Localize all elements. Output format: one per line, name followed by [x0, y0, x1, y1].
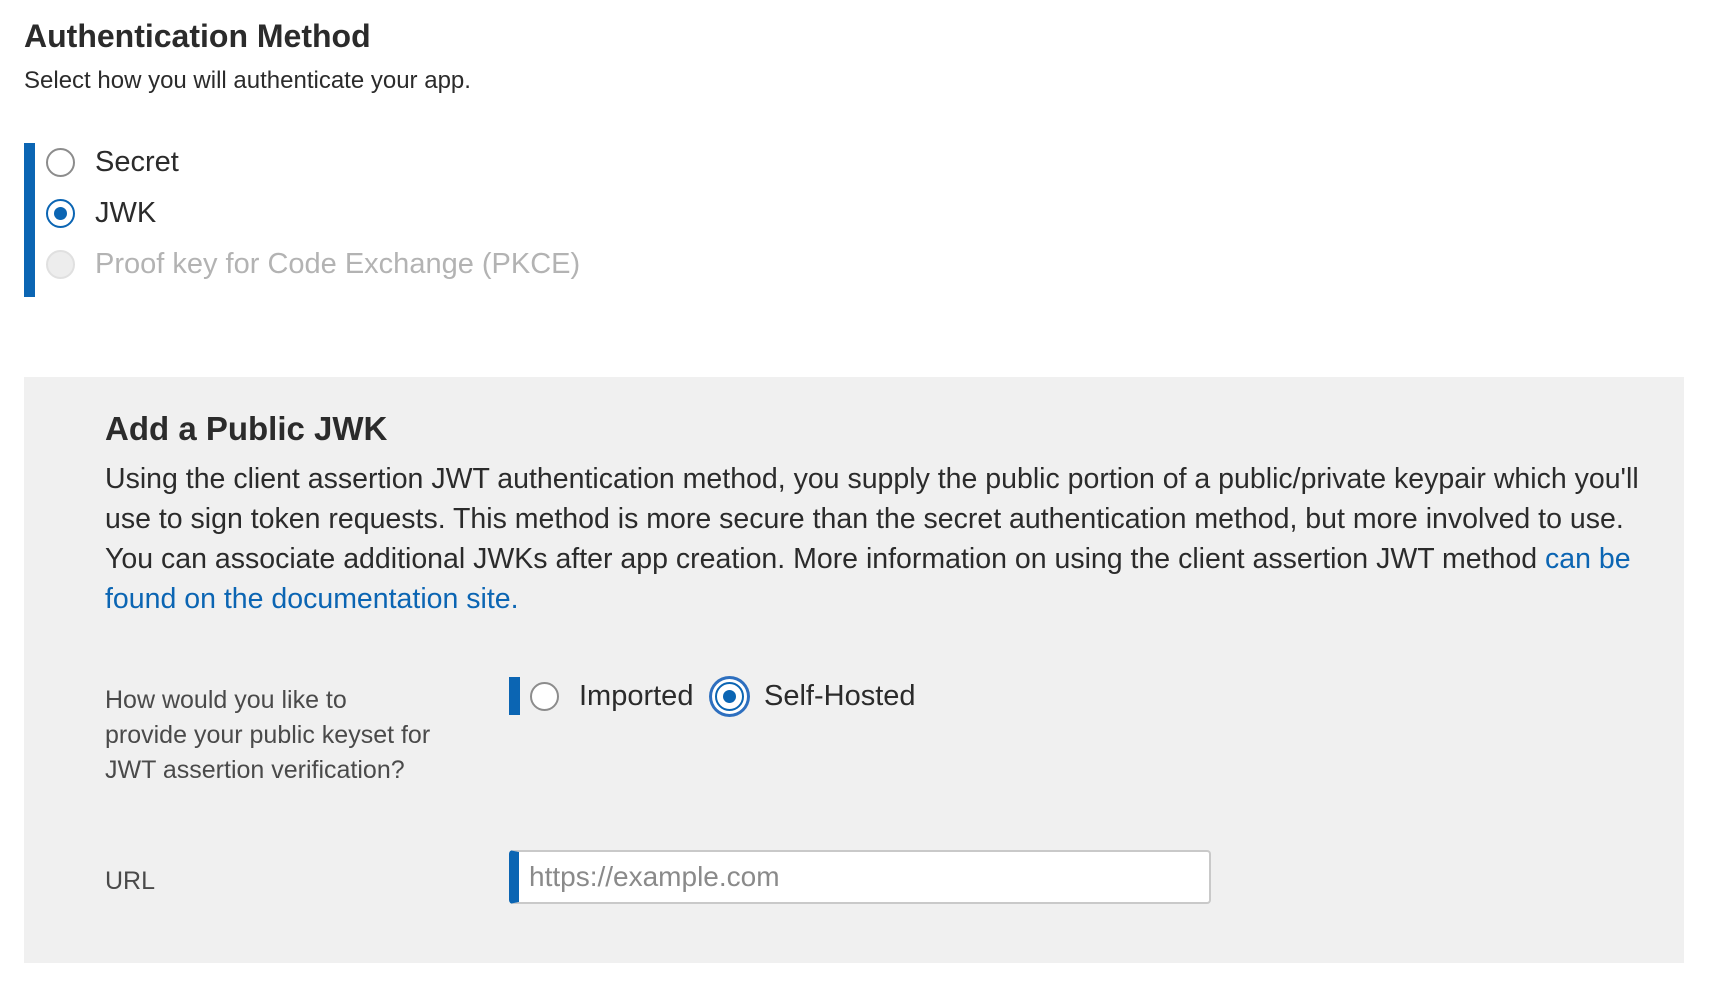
- imported-radio[interactable]: [530, 681, 559, 711]
- auth-method-title: Authentication Method: [24, 18, 371, 54]
- self-hosted-radio[interactable]: [715, 681, 744, 711]
- radio-option-secret[interactable]: Secret: [46, 142, 179, 182]
- radio-option-jwk[interactable]: JWK: [46, 193, 156, 233]
- pkce-radio: [46, 249, 75, 279]
- url-input[interactable]: [509, 850, 1211, 904]
- radio-option-imported[interactable]: Imported: [530, 676, 693, 716]
- jwk-radio[interactable]: [46, 198, 75, 228]
- auth-method-radio-group: Secret JWK Proof key for Code Exchange (…: [24, 143, 724, 297]
- panel-description: Using the client assertion JWT authentic…: [105, 459, 1645, 619]
- imported-label: Imported: [579, 680, 694, 712]
- panel-title: Add a Public JWK: [105, 410, 388, 447]
- keyset-question-label: How would you like to provide your publi…: [105, 686, 431, 784]
- keyset-provider-radio-group: Imported Self-Hosted: [509, 676, 1109, 716]
- panel-content: Add a Public JWK Using the client assert…: [105, 407, 1645, 619]
- pkce-label: Proof key for Code Exchange (PKCE): [95, 248, 581, 280]
- jwk-label: JWK: [95, 197, 157, 229]
- secret-label: Secret: [95, 146, 179, 178]
- url-label: URL: [105, 867, 156, 895]
- secret-radio[interactable]: [46, 147, 75, 177]
- add-public-jwk-panel: Add a Public JWK Using the client assert…: [24, 377, 1684, 963]
- radio-option-self-hosted[interactable]: Self-Hosted: [715, 676, 916, 716]
- auth-method-header: Authentication Method Select how you wil…: [24, 14, 1674, 98]
- radio-group-indicator: [24, 143, 35, 297]
- self-hosted-label: Self-Hosted: [764, 680, 916, 712]
- auth-method-subtitle: Select how you will authenticate your ap…: [24, 67, 471, 94]
- radio-option-pkce: Proof key for Code Exchange (PKCE): [46, 244, 580, 284]
- panel-description-text: Using the client assertion JWT authentic…: [105, 463, 1639, 575]
- inline-radio-group-indicator: [509, 677, 520, 715]
